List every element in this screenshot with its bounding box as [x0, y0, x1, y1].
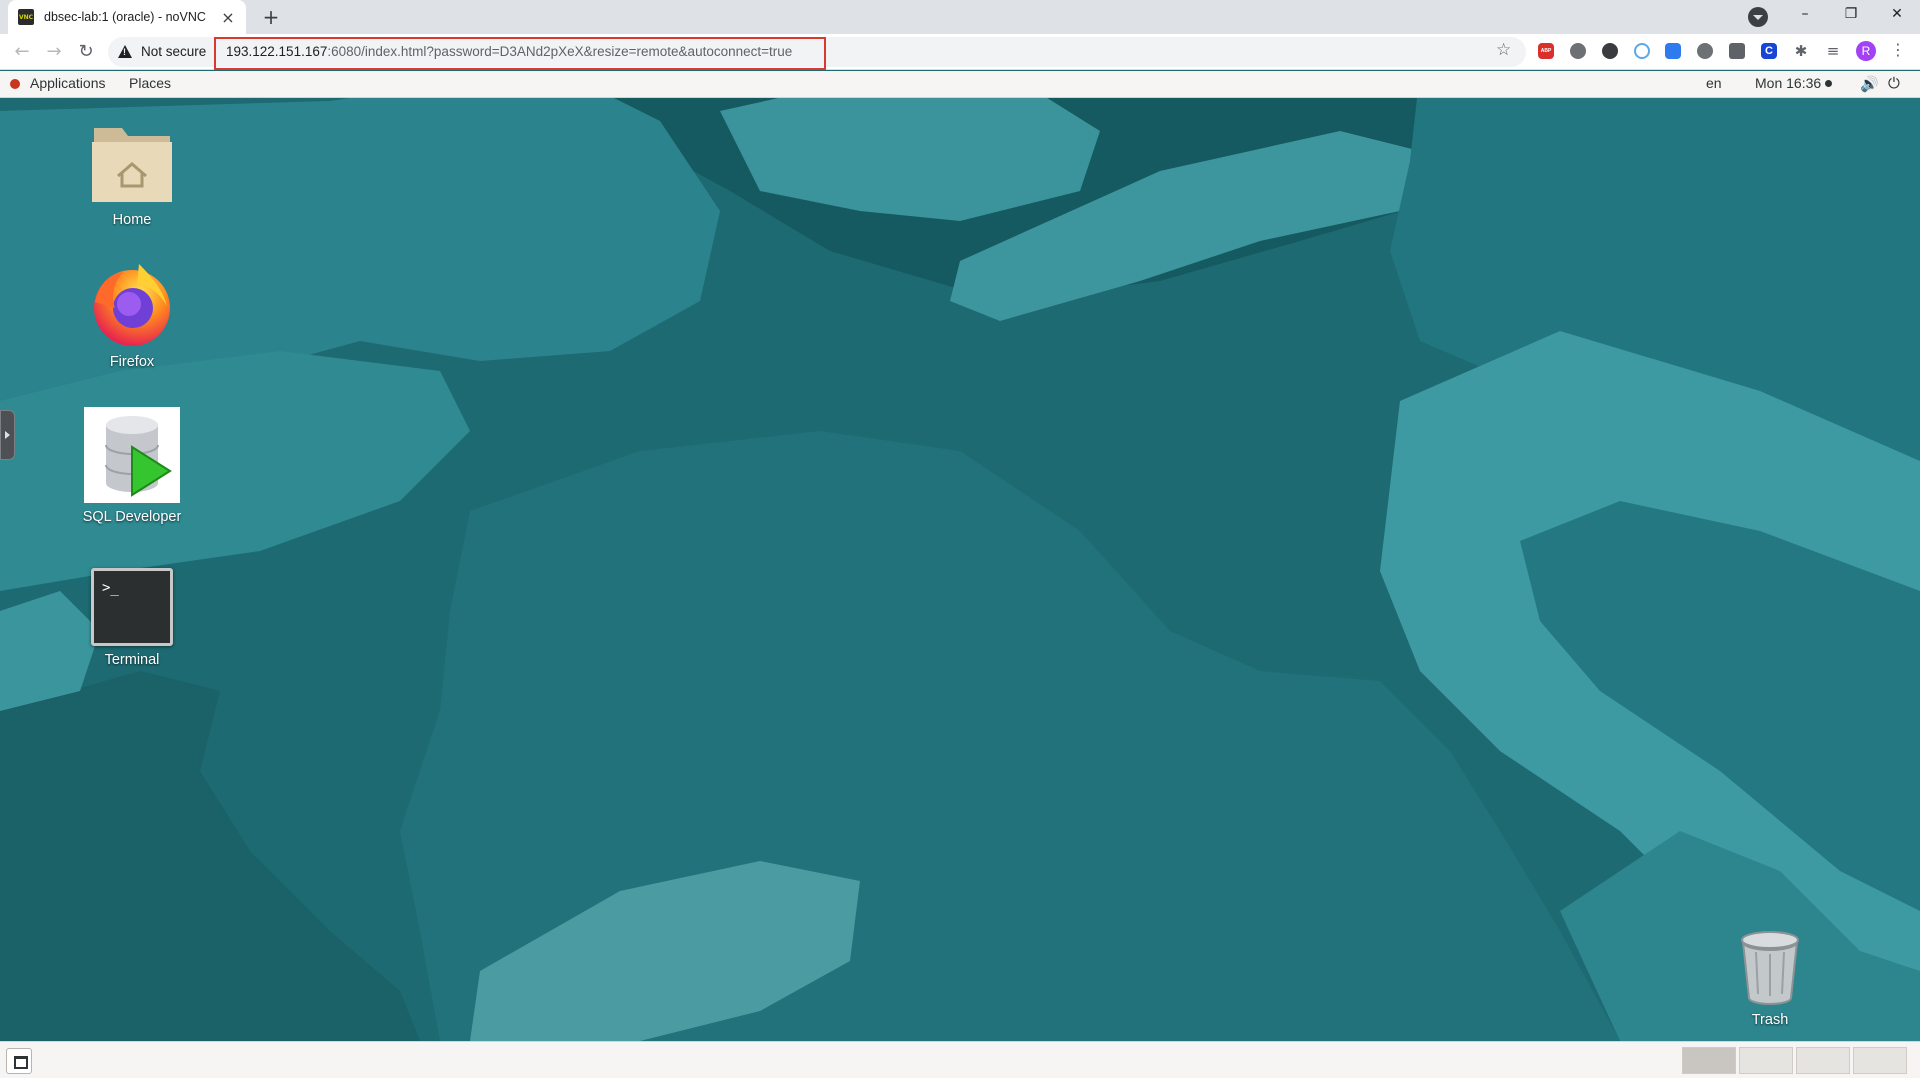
workspace-3[interactable] [1796, 1047, 1850, 1074]
terminal-prompt: >_ [102, 580, 119, 596]
tab-title: dbsec-lab:1 (oracle) - noVNC [44, 10, 206, 24]
sql-developer-icon [84, 407, 180, 503]
terminal-icon: >_ [91, 568, 173, 646]
speaker-icon[interactable]: 🔊 [1860, 75, 1879, 93]
wallpaper [0, 71, 1920, 1041]
bookmark-star-icon[interactable]: ☆ [1496, 40, 1511, 60]
security-indicator[interactable]: Not secure [118, 44, 206, 59]
applications-menu[interactable]: Applications [30, 75, 106, 91]
remote-desktop[interactable] [0, 71, 1920, 1041]
dark-extension-icon[interactable] [1602, 43, 1618, 59]
close-window-button[interactable]: ✕ [1874, 0, 1920, 30]
minimize-button[interactable]: – [1782, 0, 1828, 30]
terminal-label: Terminal [104, 652, 160, 668]
gnome-foot-icon [10, 79, 20, 89]
workspace-1[interactable] [1682, 1047, 1736, 1074]
new-tab-button[interactable]: + [258, 4, 284, 30]
back-button[interactable]: ← [9, 39, 35, 65]
language-indicator[interactable]: en [1706, 75, 1722, 91]
notification-dot-icon [1825, 80, 1833, 87]
pdf-extension-icon[interactable] [1729, 43, 1745, 59]
browser-tab-strip: VNC dbsec-lab:1 (oracle) - noVNC × + – ❐… [0, 0, 1920, 34]
url-path: :6080/index.html?password=D3ANd2pXeX&res… [327, 44, 793, 59]
speech-extension-icon[interactable] [1570, 43, 1586, 59]
novnc-favicon-icon: VNC [18, 9, 34, 25]
sql-developer-label: SQL Developer [82, 509, 182, 525]
reading-list-icon[interactable]: ≡ [1824, 43, 1842, 59]
workspace-2[interactable] [1739, 1047, 1793, 1074]
url-text[interactable]: 193.122.151.167:6080/index.html?password… [226, 44, 792, 59]
forward-button[interactable]: → [41, 39, 67, 65]
adblock-extension-icon[interactable]: ABP [1538, 43, 1554, 59]
ring-extension-icon[interactable] [1634, 43, 1650, 59]
reload-button[interactable]: ↻ [73, 39, 99, 65]
not-secure-label: Not secure [141, 44, 207, 59]
browser-menu-icon[interactable]: ⋮ [1890, 40, 1906, 60]
tab-search-icon[interactable] [1748, 7, 1768, 27]
url-host: 193.122.151.167 [226, 44, 328, 59]
tab-close-icon[interactable]: × [220, 8, 236, 27]
desktop-icon-trash[interactable]: Trash [1710, 930, 1830, 1028]
restore-button[interactable]: ❐ [1828, 0, 1874, 30]
power-icon[interactable]: ⏻ [1888, 74, 1900, 92]
desktop-icon-terminal[interactable]: >_ Terminal [72, 568, 192, 668]
trash-label: Trash [1751, 1012, 1789, 1028]
zoom-extension-icon[interactable] [1665, 43, 1681, 59]
sync-extension-icon[interactable] [1697, 43, 1713, 59]
profile-avatar[interactable]: R [1856, 41, 1876, 61]
browser-tab[interactable]: VNC dbsec-lab:1 (oracle) - noVNC × [8, 0, 246, 34]
warning-icon [118, 45, 132, 58]
desktop-icon-home[interactable]: Home [72, 120, 192, 228]
clock-label: Mon 16:36 [1755, 75, 1822, 91]
clock[interactable]: Mon 16:36 [1755, 75, 1833, 91]
c-extension-icon[interactable]: C [1761, 43, 1777, 59]
places-menu[interactable]: Places [129, 75, 171, 91]
desktop-icon-sql-developer[interactable]: SQL Developer [72, 407, 192, 525]
firefox-label: Firefox [109, 354, 155, 370]
trash-icon [1741, 931, 1799, 1005]
gnome-top-bar: Applications Places en Mon 16:36 [0, 71, 1920, 98]
gnome-bottom-panel [0, 1041, 1920, 1078]
workspace-4[interactable] [1853, 1047, 1907, 1074]
home-folder-icon [92, 128, 172, 202]
show-desktop-button[interactable] [6, 1048, 32, 1074]
home-label: Home [112, 212, 152, 228]
desktop-icon-firefox[interactable]: Firefox [72, 262, 192, 370]
extensions-puzzle-icon[interactable]: ✱ [1792, 43, 1810, 59]
firefox-icon [94, 264, 170, 346]
novnc-control-bar-handle[interactable] [0, 410, 15, 460]
